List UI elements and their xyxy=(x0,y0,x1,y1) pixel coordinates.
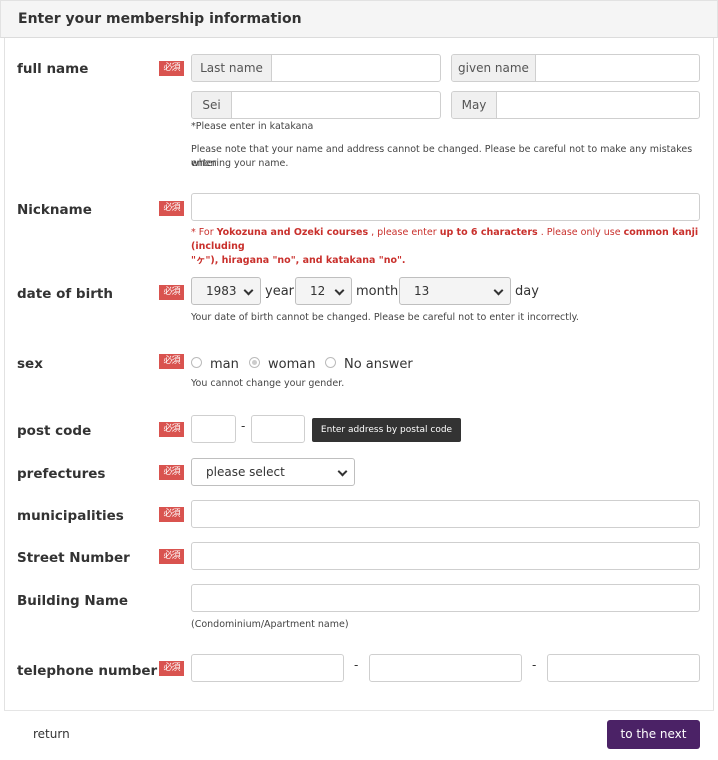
telephone-dash-1: - xyxy=(354,658,359,672)
required-badge: 必須 xyxy=(159,549,184,564)
required-badge: 必須 xyxy=(159,285,184,300)
katakana-note: *Please enter in katakana xyxy=(191,121,314,132)
may-addon: May xyxy=(452,92,497,118)
radio-man-label[interactable]: man xyxy=(210,357,239,372)
prefectures-label: prefectures xyxy=(17,466,106,482)
required-badge: 必須 xyxy=(159,61,184,76)
prefecture-value: please select xyxy=(206,465,285,479)
required-badge: 必須 xyxy=(159,507,184,522)
nickname-input[interactable] xyxy=(191,193,700,221)
day-value: 13 xyxy=(414,284,430,298)
full-name-label: full name xyxy=(17,61,89,77)
required-badge: 必須 xyxy=(159,201,184,216)
last-name-field[interactable]: Last name xyxy=(191,54,441,82)
chevron-down-icon xyxy=(334,285,345,296)
telephone-label: telephone number xyxy=(17,663,158,679)
given-name-field[interactable]: given name xyxy=(451,54,700,82)
may-field[interactable]: May xyxy=(451,91,700,119)
sei-addon: Sei xyxy=(192,92,232,118)
post-code-input-1[interactable] xyxy=(191,415,236,443)
post-code-input-2[interactable] xyxy=(251,415,305,443)
month-select[interactable]: 12 xyxy=(295,277,352,305)
day-select[interactable]: 13 xyxy=(399,277,511,305)
month-text: month xyxy=(356,284,399,299)
telephone-dash-2: - xyxy=(532,658,537,672)
warn-emph: up to 6 characters xyxy=(439,227,538,238)
address-lookup-button[interactable]: Enter address by postal code xyxy=(312,418,461,442)
chevron-down-icon xyxy=(337,466,348,477)
form-header: Enter your membership information xyxy=(0,0,718,38)
warn-emph: "ヶ"), hiragana "no", and katakana "no". xyxy=(191,255,406,266)
prefecture-select[interactable]: please select xyxy=(191,458,355,486)
given-name-addon: given name xyxy=(452,55,536,81)
telephone-input-1[interactable] xyxy=(191,654,344,682)
warn-emph: Yokozuna and Ozeki courses xyxy=(216,227,369,238)
dob-label: date of birth xyxy=(17,286,113,302)
radio-no-answer[interactable] xyxy=(325,357,336,368)
required-badge: 必須 xyxy=(159,661,184,676)
building-note: (Condominium/Apartment name) xyxy=(191,619,349,630)
post-code-label: post code xyxy=(17,423,92,439)
municipalities-label: municipalities xyxy=(17,508,124,524)
street-number-label: Street Number xyxy=(17,550,130,566)
warn-text: , please enter xyxy=(368,227,440,238)
sei-field[interactable]: Sei xyxy=(191,91,441,119)
required-badge: 必須 xyxy=(159,422,184,437)
telephone-input-2[interactable] xyxy=(369,654,522,682)
warn-text: * For xyxy=(191,227,217,238)
street-number-input[interactable] xyxy=(191,542,700,570)
required-badge: 必須 xyxy=(159,354,184,369)
radio-woman-label[interactable]: woman xyxy=(268,357,315,372)
municipalities-input[interactable] xyxy=(191,500,700,528)
name-change-note-2: entering your name. xyxy=(191,158,289,169)
chevron-down-icon xyxy=(493,285,504,296)
radio-no-answer-label[interactable]: No answer xyxy=(344,357,413,372)
page-title: Enter your membership information xyxy=(18,11,302,27)
sex-label: sex xyxy=(17,356,43,372)
nickname-label: Nickname xyxy=(17,202,92,218)
next-button[interactable]: to the next xyxy=(607,720,700,749)
return-link[interactable]: return xyxy=(33,727,70,741)
year-select[interactable]: 1983 xyxy=(191,277,261,305)
radio-man[interactable] xyxy=(191,357,202,368)
year-value: 1983 xyxy=(206,284,237,298)
nickname-warning: * For Yokozuna and Ozeki courses , pleas… xyxy=(191,226,701,268)
telephone-input-3[interactable] xyxy=(547,654,700,682)
last-name-addon: Last name xyxy=(192,55,272,81)
sex-note: You cannot change your gender. xyxy=(191,378,345,389)
required-badge: 必須 xyxy=(159,465,184,480)
dob-note: Your date of birth cannot be changed. Pl… xyxy=(191,312,579,323)
month-value: 12 xyxy=(310,284,326,298)
post-code-dash: - xyxy=(241,419,246,433)
building-name-input[interactable] xyxy=(191,584,700,612)
year-text: year xyxy=(265,284,295,299)
radio-woman[interactable] xyxy=(249,357,260,368)
day-text: day xyxy=(515,284,539,299)
warn-text: . Please only use xyxy=(537,227,624,238)
chevron-down-icon xyxy=(243,285,254,296)
building-name-label: Building Name xyxy=(17,593,129,609)
